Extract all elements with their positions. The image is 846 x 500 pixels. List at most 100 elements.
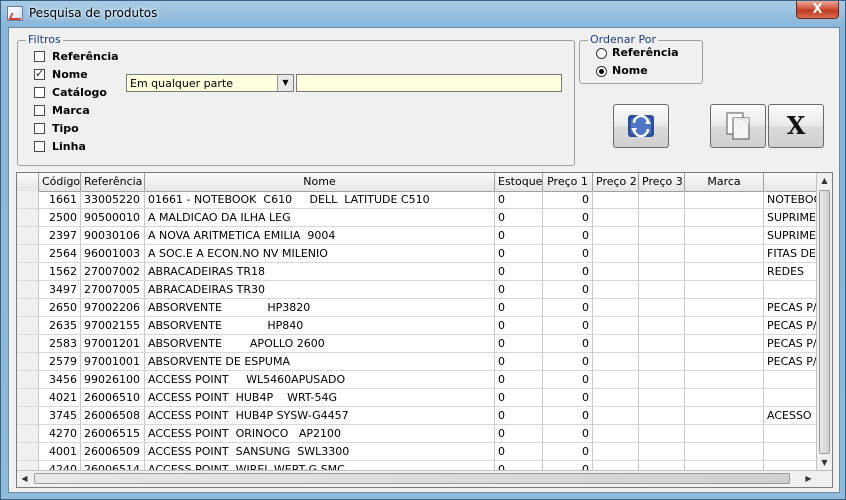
- sort-radio[interactable]: [596, 66, 607, 77]
- table-cell[interactable]: 3456: [39, 371, 81, 389]
- table-cell[interactable]: [639, 245, 685, 263]
- column-header[interactable]: Nome: [145, 173, 495, 191]
- table-cell[interactable]: 0: [543, 443, 593, 461]
- table-row[interactable]: 2650 97002206 ABSORVENTE HP3820 0 0 PECAS P/: [17, 299, 817, 317]
- table-cell[interactable]: 0: [543, 317, 593, 335]
- table-cell[interactable]: 0: [543, 227, 593, 245]
- table-cell[interactable]: 0: [495, 299, 543, 317]
- column-header[interactable]: Referência: [81, 173, 145, 191]
- table-cell[interactable]: ACCESS POINT SANSUNG SWL3300: [145, 443, 495, 461]
- table-row[interactable]: 3456 99026100 ACCESS POINT WL5460APUSADO 0 0: [17, 371, 817, 389]
- table-cell[interactable]: SUPRIMENTOS: [764, 209, 817, 227]
- table-cell[interactable]: 4021: [39, 389, 81, 407]
- table-cell[interactable]: [685, 407, 764, 425]
- table-cell[interactable]: 0: [543, 299, 593, 317]
- table-cell[interactable]: 33005220: [81, 191, 145, 209]
- table-cell[interactable]: ABSORVENTE HP3820: [145, 299, 495, 317]
- table-cell[interactable]: 27007005: [81, 281, 145, 299]
- table-cell[interactable]: [639, 407, 685, 425]
- row-selector[interactable]: [17, 407, 39, 425]
- table-cell[interactable]: 2635: [39, 317, 81, 335]
- table-row[interactable]: 2583 97001201 ABSORVENTE APOLLO 2600 0 0 PECA…: [17, 335, 817, 353]
- table-cell[interactable]: [593, 317, 639, 335]
- table-cell[interactable]: [639, 227, 685, 245]
- title-bar[interactable]: Pesquisa de produtos X: [1, 1, 845, 27]
- window-close-button[interactable]: X: [796, 1, 839, 19]
- table-cell[interactable]: 0: [495, 245, 543, 263]
- table-cell[interactable]: 0: [495, 335, 543, 353]
- table-cell[interactable]: 2583: [39, 335, 81, 353]
- table-cell[interactable]: ABRACADEIRAS TR18: [145, 263, 495, 281]
- row-selector[interactable]: [17, 317, 39, 335]
- column-header[interactable]: Código: [39, 173, 81, 191]
- table-cell[interactable]: ABRACADEIRAS TR30: [145, 281, 495, 299]
- column-header[interactable]: Estoque: [495, 173, 543, 191]
- table-cell[interactable]: PECAS P/: [764, 353, 817, 371]
- table-cell[interactable]: 97001001: [81, 353, 145, 371]
- table-cell[interactable]: 2500: [39, 209, 81, 227]
- table-cell[interactable]: [639, 335, 685, 353]
- column-header[interactable]: Preço 3: [639, 173, 685, 191]
- row-selector[interactable]: [17, 245, 39, 263]
- filter-checkbox[interactable]: [34, 51, 45, 62]
- table-cell[interactable]: 0: [543, 209, 593, 227]
- column-header[interactable]: Preço 1: [543, 173, 593, 191]
- table-cell[interactable]: [764, 281, 817, 299]
- table-cell[interactable]: [685, 353, 764, 371]
- table-row[interactable]: 2500 90500010 A MALDICAO DA ILHA LEG 0 0 SUPR…: [17, 209, 817, 227]
- table-cell[interactable]: 0: [495, 443, 543, 461]
- table-cell[interactable]: [685, 263, 764, 281]
- table-cell[interactable]: 97001201: [81, 335, 145, 353]
- table-cell[interactable]: [639, 389, 685, 407]
- table-row[interactable]: 2564 96001003 A SOC.E A ECON.NO NV MILENIO…: [17, 245, 817, 263]
- table-cell[interactable]: [593, 245, 639, 263]
- table-cell[interactable]: 0: [495, 227, 543, 245]
- table-cell[interactable]: [685, 245, 764, 263]
- table-row[interactable]: 2635 97002155 ABSORVENTE HP840 0 0 PECAS P/: [17, 317, 817, 335]
- table-cell[interactable]: 01661 - NOTEBOOK C610 DELL LATITUDE C510: [145, 191, 495, 209]
- table-cell[interactable]: 26006515: [81, 425, 145, 443]
- refresh-button[interactable]: [613, 104, 669, 148]
- table-cell[interactable]: [639, 371, 685, 389]
- table-cell[interactable]: [639, 263, 685, 281]
- table-cell[interactable]: [685, 371, 764, 389]
- table-cell[interactable]: SUPRIMENTOS: [764, 227, 817, 245]
- table-cell[interactable]: [764, 443, 817, 461]
- table-cell[interactable]: 1562: [39, 263, 81, 281]
- table-row[interactable]: 4001 26006509 ACCESS POINT SANSUNG SWL3300…: [17, 443, 817, 461]
- table-cell[interactable]: PECAS P/: [764, 335, 817, 353]
- row-selector[interactable]: [17, 371, 39, 389]
- table-cell[interactable]: [593, 191, 639, 209]
- table-cell[interactable]: [593, 227, 639, 245]
- table-cell[interactable]: ABSORVENTE DE ESPUMA: [145, 353, 495, 371]
- table-cell[interactable]: ACCESS POINT WL5460APUSADO: [145, 371, 495, 389]
- search-input[interactable]: [296, 74, 562, 92]
- table-cell[interactable]: [593, 263, 639, 281]
- table-cell[interactable]: [639, 353, 685, 371]
- table-cell[interactable]: 0: [543, 263, 593, 281]
- chevron-down-icon[interactable]: ▼: [277, 75, 293, 91]
- table-cell[interactable]: 96001003: [81, 245, 145, 263]
- column-header[interactable]: Marca: [685, 173, 764, 191]
- filter-checkbox[interactable]: ✓: [34, 67, 45, 80]
- table-cell[interactable]: [593, 281, 639, 299]
- table-cell[interactable]: 90030106: [81, 227, 145, 245]
- table-cell[interactable]: PECAS P/: [764, 317, 817, 335]
- filter-checkbox[interactable]: [34, 141, 45, 152]
- table-cell[interactable]: [685, 425, 764, 443]
- table-cell[interactable]: A NOVA ARITMETICA EMILIA 9004: [145, 227, 495, 245]
- table-cell[interactable]: 2579: [39, 353, 81, 371]
- table-cell[interactable]: [764, 371, 817, 389]
- table-cell[interactable]: ACESSO: [764, 407, 817, 425]
- table-row[interactable]: 4021 26006510 ACCESS POINT HUB4P WRT-54G 0 0: [17, 389, 817, 407]
- table-cell[interactable]: 27007002: [81, 263, 145, 281]
- table-cell[interactable]: 1661: [39, 191, 81, 209]
- table-cell[interactable]: ACCESS POINT HUB4P SYSW-G4457: [145, 407, 495, 425]
- table-cell[interactable]: [639, 209, 685, 227]
- table-row[interactable]: 3745 26006508 ACCESS POINT HUB4P SYSW-G445…: [17, 407, 817, 425]
- table-cell[interactable]: 0: [543, 425, 593, 443]
- table-cell[interactable]: 26006509: [81, 443, 145, 461]
- match-mode-select[interactable]: Em qualquer parte ▼: [126, 74, 294, 92]
- table-cell[interactable]: 90500010: [81, 209, 145, 227]
- table-cell[interactable]: 4001: [39, 443, 81, 461]
